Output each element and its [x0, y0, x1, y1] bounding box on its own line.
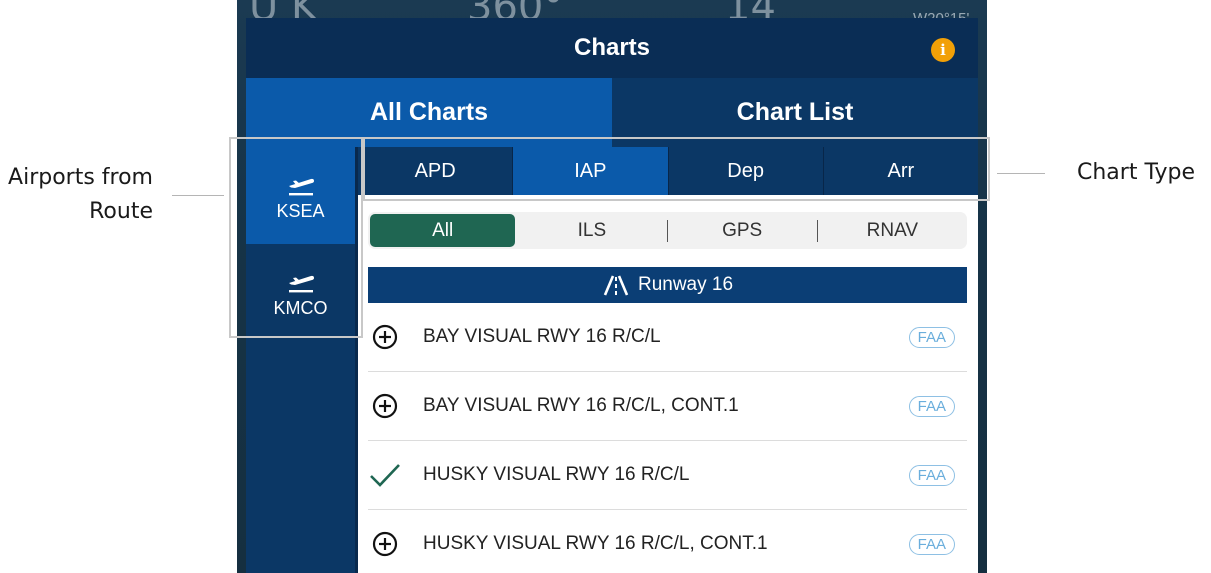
- chart-type-annotation: Chart Type: [1077, 160, 1195, 185]
- chart-list: BAY VISUAL RWY 16 R/C/L FAA BAY VISUAL R…: [368, 303, 967, 573]
- chart-row[interactable]: HUSKY VISUAL RWY 16 R/C/L FAA: [368, 441, 967, 510]
- chart-name: HUSKY VISUAL RWY 16 R/C/L, CONT.1: [423, 533, 768, 554]
- runway-icon: [603, 275, 629, 296]
- chart-type-callout-line: [997, 173, 1045, 174]
- info-icon[interactable]: i: [931, 38, 955, 62]
- approach-filter: All ILS GPS RNAV: [368, 212, 967, 249]
- chart-name: BAY VISUAL RWY 16 R/C/L, CONT.1: [423, 395, 739, 416]
- chart-name: HUSKY VISUAL RWY 16 R/C/L: [423, 464, 690, 485]
- chart-row[interactable]: BAY VISUAL RWY 16 R/C/L FAA: [368, 303, 967, 372]
- chart-type-callout-box: [363, 137, 990, 201]
- source-badge: FAA: [908, 533, 955, 555]
- filter-separator: [816, 219, 818, 242]
- airports-annotation-line2: Route: [89, 199, 153, 224]
- add-circle-icon[interactable]: [368, 324, 402, 350]
- filter-ils[interactable]: ILS: [519, 214, 664, 247]
- add-circle-icon[interactable]: [368, 393, 402, 419]
- filter-separator: [666, 219, 668, 242]
- filter-all[interactable]: All: [370, 214, 516, 247]
- airports-annotation: Airports from Route: [0, 161, 153, 229]
- add-circle-icon[interactable]: [368, 531, 402, 557]
- filter-gps[interactable]: GPS: [670, 214, 815, 247]
- charts-content: APD IAP Dep Arr All ILS GPS RNAV Runway …: [358, 147, 978, 573]
- airports-annotation-line1: Airports from: [8, 165, 153, 190]
- filter-rnav[interactable]: RNAV: [820, 214, 965, 247]
- chart-row[interactable]: BAY VISUAL RWY 16 R/C/L, CONT.1 FAA: [368, 372, 967, 441]
- source-badge: FAA: [908, 326, 955, 348]
- source-badge: FAA: [908, 464, 955, 486]
- chart-name: BAY VISUAL RWY 16 R/C/L: [423, 326, 661, 347]
- runway-section-header: Runway 16: [368, 267, 967, 303]
- airports-callout-box: [229, 137, 363, 338]
- airports-callout-line: [172, 195, 224, 196]
- chart-row[interactable]: HUSKY VISUAL RWY 16 R/C/L, CONT.1 FAA: [368, 510, 967, 573]
- panel-title: Charts: [573, 34, 651, 61]
- source-badge: FAA: [908, 395, 955, 417]
- runway-label: Runway 16: [637, 274, 734, 295]
- checkmark-icon[interactable]: [368, 462, 402, 488]
- panel-header: Charts i: [246, 18, 978, 78]
